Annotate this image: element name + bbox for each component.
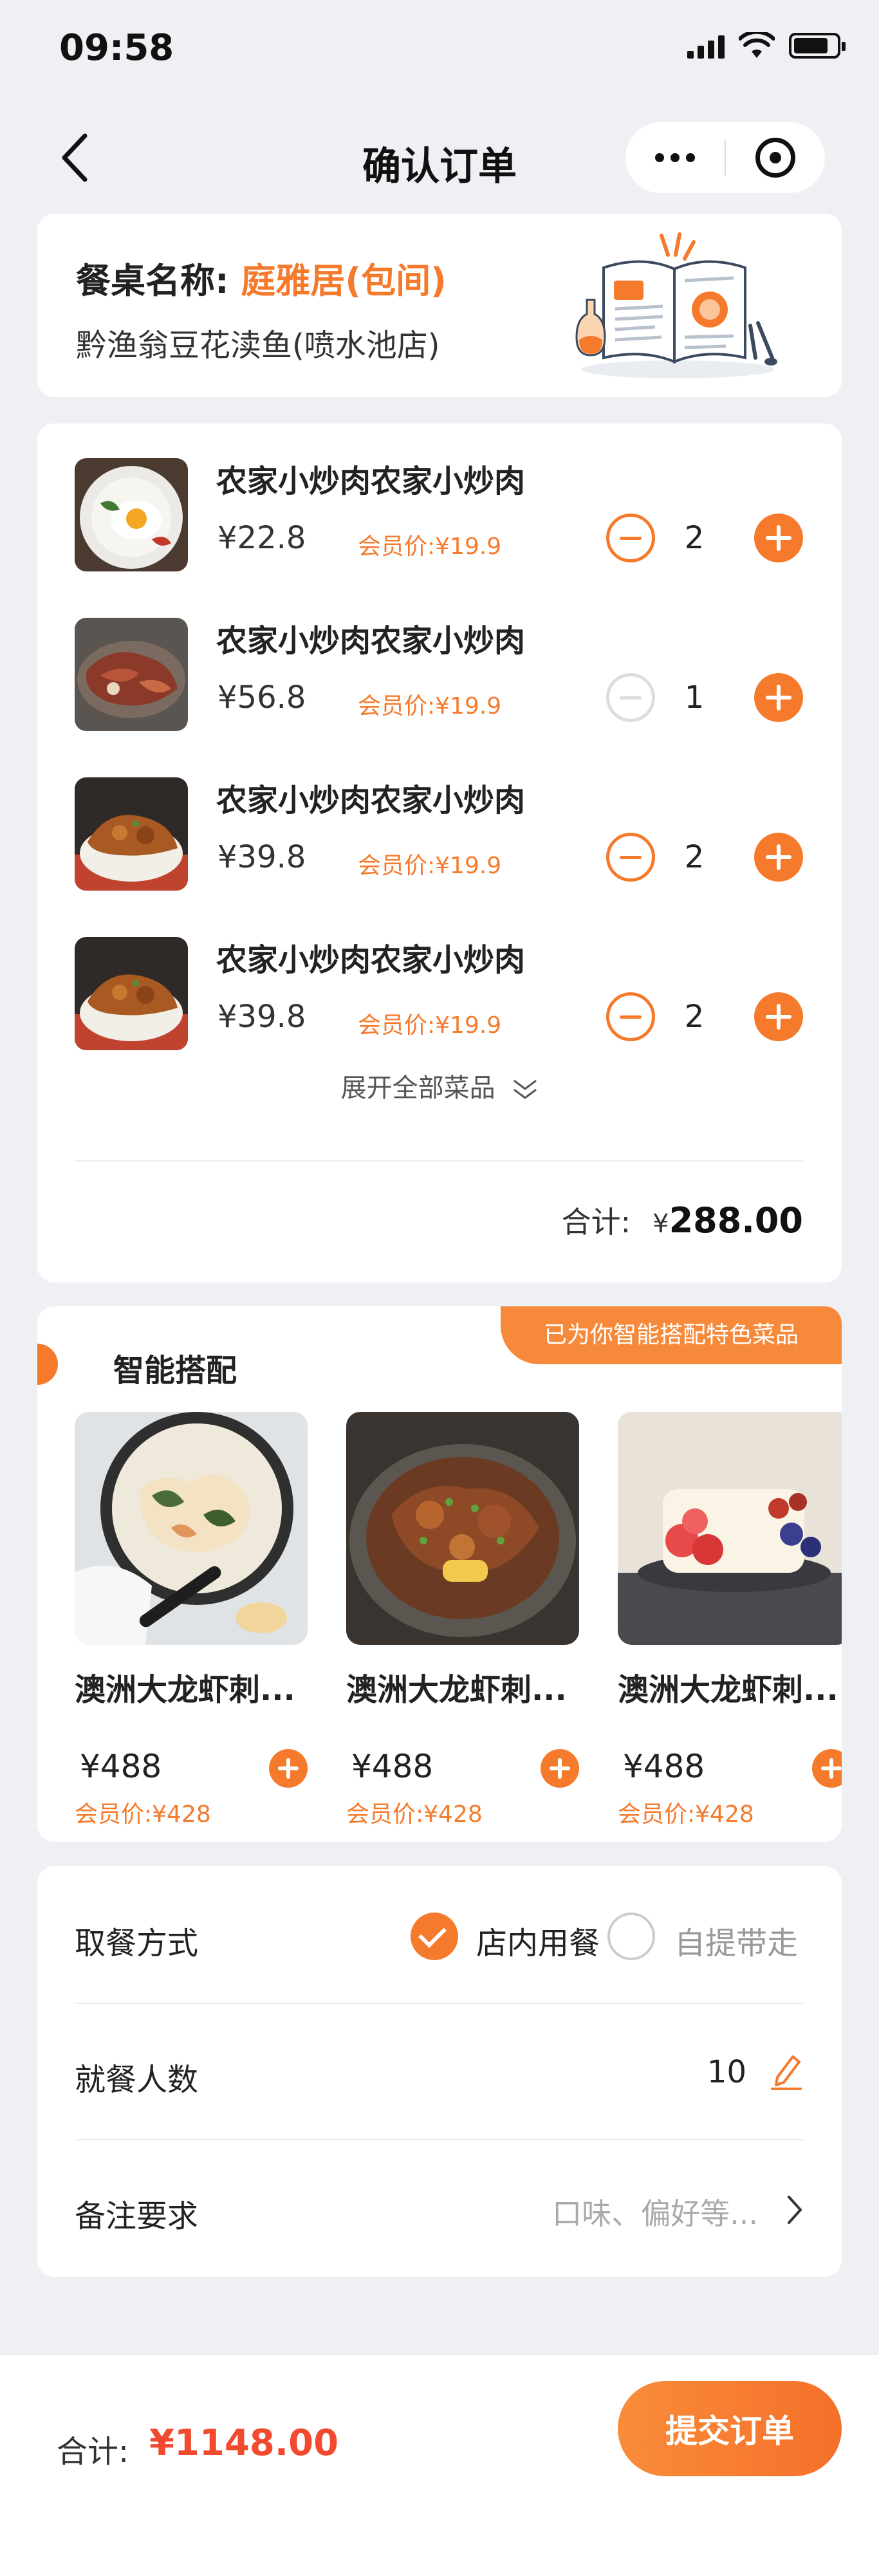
takeaway-label[interactable]: 自提带走 — [674, 1918, 798, 1963]
quantity-value: 2 — [684, 999, 705, 1035]
order-item: 农家小炒肉农家小炒肉 ¥22.8 会员价:¥19.9 2 — [75, 456, 808, 571]
recommended-dish-image — [75, 1412, 308, 1645]
target-circle-icon — [755, 138, 795, 178]
checkout-bar: 合计: ¥1148.00 提交订单 — [0, 2355, 879, 2576]
increase-quantity-button[interactable] — [754, 833, 803, 882]
section-accent-bar — [37, 1344, 58, 1385]
total-amount: ¥1148.00 — [149, 2422, 339, 2464]
diners-label: 就餐人数 — [75, 2062, 199, 2098]
add-dish-button[interactable] — [269, 1749, 308, 1788]
takeaway-radio[interactable] — [607, 1913, 655, 1960]
table-name-value: 庭雅居(包间) — [241, 261, 447, 301]
pickup-method-row: 取餐方式 店内用餐 自提带走 — [75, 1866, 804, 2003]
member-price: 会员价:¥19.9 — [358, 533, 502, 560]
recommended-dish-price: ¥488 — [623, 1748, 705, 1785]
mini-program-capsule — [625, 122, 825, 193]
dish-image — [75, 618, 188, 731]
status-bar: 09:58 — [0, 0, 879, 97]
battery-icon — [789, 33, 846, 59]
diners-value: 10 — [707, 2054, 746, 2090]
total-label: 合计: — [57, 2434, 129, 2470]
quantity-value: 1 — [684, 680, 705, 716]
decrease-quantity-button[interactable] — [606, 673, 655, 722]
member-price: 会员价:¥19.9 — [358, 1012, 502, 1039]
decrease-quantity-button[interactable] — [606, 514, 655, 562]
smart-pairing-title: 智能搭配 — [113, 1353, 237, 1389]
subtotal-amount: 288.00 — [669, 1200, 803, 1241]
recommended-member-price: 会员价:¥428 — [618, 1801, 754, 1828]
member-price: 会员价:¥19.9 — [358, 693, 502, 719]
decrease-quantity-button[interactable] — [606, 833, 655, 882]
pickup-method-label: 取餐方式 — [75, 1925, 199, 1961]
signal-icon — [687, 33, 725, 59]
remark-placeholder[interactable]: 口味、偏好等... — [552, 2191, 758, 2233]
order-item: 农家小炒肉农家小炒肉 ¥56.8 会员价:¥19.9 1 — [75, 615, 808, 731]
dish-image — [75, 937, 188, 1050]
recommended-member-price: 会员价:¥428 — [75, 1801, 211, 1828]
recommended-dish-image — [346, 1412, 579, 1645]
status-icons — [687, 32, 846, 59]
add-dish-button[interactable] — [541, 1749, 579, 1788]
dish-price: ¥22.8 — [217, 520, 306, 556]
subtotal-label: 合计: — [561, 1205, 631, 1239]
store-name: 黔渔翁豆花渎鱼(喷水池店) — [76, 328, 440, 364]
table-info-card: 餐桌名称: 庭雅居(包间) 黔渔翁豆花渎鱼(喷水池店) — [37, 214, 842, 397]
dish-price: ¥39.8 — [217, 839, 306, 875]
table-name-label: 餐桌名称: — [76, 261, 229, 301]
recommended-dish-price: ¥488 — [351, 1748, 434, 1785]
decrease-quantity-button[interactable] — [606, 992, 655, 1041]
order-item: 农家小炒肉农家小炒肉 ¥39.8 会员价:¥19.9 2 — [75, 934, 808, 1050]
table-name-line: 餐桌名称: 庭雅居(包间) — [76, 252, 447, 303]
increase-quantity-button[interactable] — [754, 514, 803, 562]
add-dish-button[interactable] — [812, 1749, 842, 1788]
dish-price: ¥39.8 — [217, 999, 306, 1035]
dine-in-label[interactable]: 店内用餐 — [476, 1918, 600, 1963]
dish-image — [75, 458, 188, 571]
pencil-edit-icon[interactable] — [768, 2050, 804, 2091]
order-item: 农家小炒肉农家小炒肉 ¥39.8 会员价:¥19.9 2 — [75, 775, 808, 891]
recommended-dish[interactable]: 澳洲大龙虾刺... ¥488 会员价:¥428 — [75, 1412, 308, 1828]
recommended-dish-name: 澳洲大龙虾刺... — [75, 1672, 295, 1708]
double-chevron-down-icon — [514, 1080, 537, 1099]
smart-pairing-tag: 已为你智能搭配特色菜品 — [501, 1306, 842, 1364]
submit-order-button[interactable]: 提交订单 — [618, 2381, 842, 2476]
recommended-dish-name: 澳洲大龙虾刺... — [346, 1672, 567, 1708]
expand-label: 展开全部菜品 — [340, 1073, 495, 1103]
recommended-dish-name: 澳洲大龙虾刺... — [618, 1672, 838, 1708]
dish-name: 农家小炒肉农家小炒肉 — [216, 783, 526, 819]
status-time: 09:58 — [59, 27, 174, 69]
dish-price: ¥56.8 — [217, 680, 306, 716]
recipe-book-illustration — [575, 232, 777, 378]
close-mini-program-button[interactable] — [726, 138, 825, 178]
dish-name: 农家小炒肉农家小炒肉 — [216, 942, 526, 978]
divider — [75, 1160, 804, 1162]
order-subtotal: 合计: ¥288.00 — [562, 1199, 803, 1241]
increase-quantity-button[interactable] — [754, 992, 803, 1041]
dish-name: 农家小炒肉农家小炒肉 — [216, 463, 526, 499]
order-options-card: 取餐方式 店内用餐 自提带走 就餐人数 10 备注要求 口味、偏好等... — [37, 1866, 842, 2277]
nav-bar: 确认订单 — [0, 109, 879, 206]
order-list-card: 农家小炒肉农家小炒肉 ¥22.8 会员价:¥19.9 2 农家小炒肉农家小炒肉 … — [37, 423, 842, 1283]
subtotal-currency: ¥ — [652, 1209, 669, 1239]
dish-name: 农家小炒肉农家小炒肉 — [216, 623, 526, 659]
chevron-right-icon — [788, 2196, 802, 2224]
recommended-dish[interactable]: 澳洲大龙虾刺... ¥488 会员价:¥428 — [346, 1412, 579, 1828]
quantity-value: 2 — [684, 520, 705, 556]
quantity-value: 2 — [684, 839, 705, 875]
remark-label: 备注要求 — [75, 2198, 199, 2234]
wifi-icon — [739, 32, 775, 58]
more-dots-icon[interactable] — [625, 122, 725, 193]
dine-in-radio[interactable] — [411, 1913, 458, 1960]
member-price: 会员价:¥19.9 — [358, 853, 502, 879]
recommended-member-price: 会员价:¥428 — [346, 1801, 483, 1828]
expand-all-dishes-button[interactable]: 展开全部菜品 — [37, 1067, 842, 1104]
smart-pairing-card: 智能搭配 已为你智能搭配特色菜品 澳洲大龙虾刺... ¥488 会员价:¥428 — [37, 1306, 842, 1842]
recommended-dish-price: ¥488 — [80, 1748, 162, 1785]
dish-image — [75, 777, 188, 891]
recommended-dish[interactable]: 澳洲大龙虾刺... ¥488 会员价:¥428 — [618, 1412, 842, 1828]
increase-quantity-button[interactable] — [754, 673, 803, 722]
diners-row[interactable]: 就餐人数 10 — [75, 2003, 804, 2139]
recommended-dish-image — [618, 1412, 842, 1645]
remark-row[interactable]: 备注要求 口味、偏好等... — [75, 2139, 804, 2275]
